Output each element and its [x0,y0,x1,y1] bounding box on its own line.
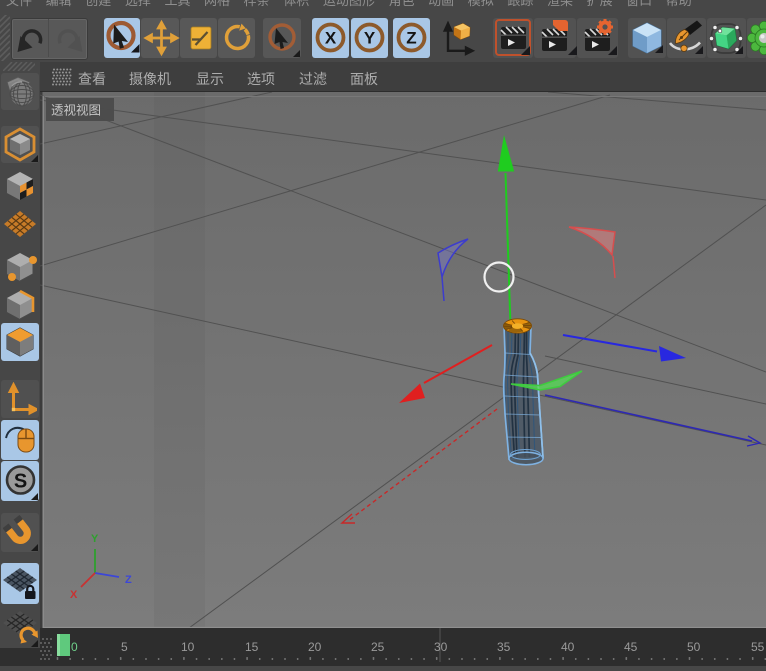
svg-text:X: X [325,29,337,48]
svg-text:30: 30 [434,640,448,654]
svg-text:40: 40 [561,640,575,654]
svg-text:25: 25 [371,640,385,654]
svg-text:15: 15 [245,640,259,654]
svg-text:Y: Y [91,533,99,545]
svg-text:5: 5 [121,640,128,654]
svg-text:55: 55 [751,640,765,654]
svg-text:透视视图: 透视视图 [51,103,101,118]
svg-text:Y: Y [364,29,376,48]
svg-text:S: S [14,471,27,493]
svg-text:50: 50 [687,640,701,654]
svg-text:10: 10 [181,640,195,654]
svg-text:Z: Z [125,574,132,586]
svg-text:0: 0 [71,640,78,654]
svg-text:35: 35 [497,640,511,654]
svg-text:Z: Z [406,29,416,48]
svg-text:45: 45 [624,640,638,654]
svg-text:X: X [70,589,78,601]
svg-text:20: 20 [308,640,322,654]
